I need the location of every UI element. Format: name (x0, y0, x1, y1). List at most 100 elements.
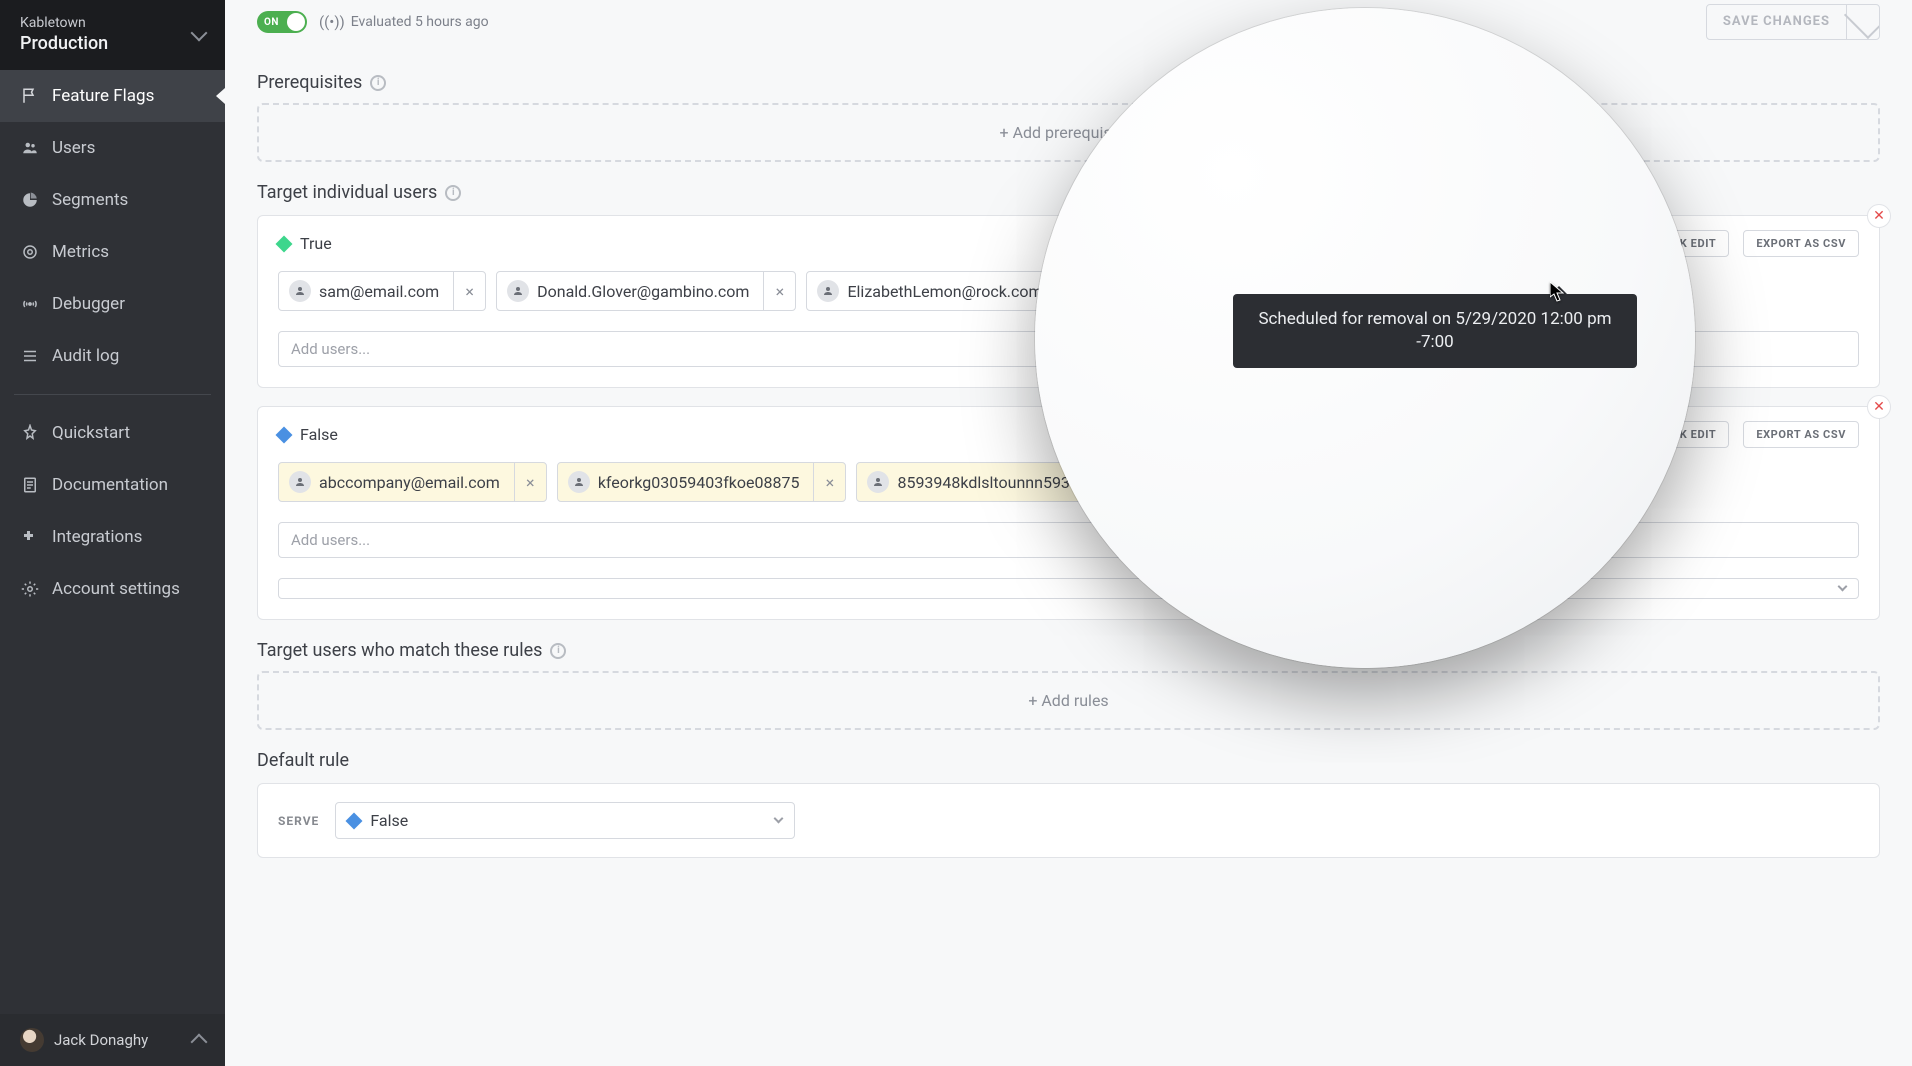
user-chip: sam@email.com × (278, 271, 486, 311)
gear-icon (20, 579, 40, 599)
remove-chip-button[interactable]: × (763, 272, 795, 310)
chevron-down-icon (774, 814, 784, 824)
nav-label: Debugger (52, 294, 125, 314)
user-icon (1147, 471, 1169, 493)
target-icon (20, 242, 40, 262)
user-name: Jack Donaghy (54, 1031, 183, 1049)
user-menu[interactable]: Jack Donaghy (0, 1014, 225, 1066)
serve-label: SERVE (278, 814, 319, 828)
add-users-input[interactable]: Add users... (278, 522, 1859, 558)
nav-audit-log[interactable]: Audit log (0, 330, 225, 382)
nav-debugger[interactable]: Debugger (0, 278, 225, 330)
org-name: Kabletown (20, 14, 108, 32)
remove-chip-button[interactable]: × (453, 272, 485, 310)
bulk-edit-button[interactable]: BULK EDIT (1645, 421, 1730, 448)
nav-label: Users (52, 138, 95, 158)
variation-dropdown[interactable] (278, 578, 1859, 599)
info-icon[interactable]: i (445, 185, 461, 201)
user-count: 4 users (1582, 235, 1631, 253)
chip-text: elfrieda.brakus@gmail.com (1177, 473, 1386, 492)
nav-divider (14, 394, 211, 395)
project-switcher[interactable]: Kabletown Production (0, 0, 225, 70)
targeting-title: Target individual users i (257, 182, 1880, 203)
user-count: 2 users (1582, 426, 1631, 444)
variation-label: False (278, 425, 338, 444)
evaluated-text: Evaluated 5 hours ago (351, 14, 489, 30)
remove-chip-button[interactable]: × (1093, 463, 1125, 501)
flag-toolbar: ON ((•)) Evaluated 5 hours ago SAVE CHAN… (257, 0, 1880, 52)
user-chip: elfrieda.brakus@gmail.com × (1136, 462, 1419, 502)
add-prerequisites-button[interactable]: + Add prerequisites (257, 103, 1880, 162)
nav-label: Segments (52, 190, 128, 210)
env-name: Production (20, 32, 108, 55)
save-dropdown[interactable] (1846, 5, 1879, 39)
remove-chip-button[interactable]: × (1057, 272, 1089, 310)
variation-panel-false: ✕ False 2 users BULK EDIT EXPORT AS CSV … (257, 406, 1880, 620)
diamond-icon (346, 812, 363, 829)
flag-toggle[interactable]: ON (257, 11, 307, 33)
info-icon[interactable]: i (550, 643, 566, 659)
remove-chip-button[interactable]: × (1386, 463, 1418, 501)
serve-select[interactable]: False (335, 802, 795, 839)
nav-quickstart[interactable]: Quickstart (0, 407, 225, 459)
users-icon (20, 138, 40, 158)
add-rules-button[interactable]: + Add rules (257, 671, 1880, 730)
export-csv-button[interactable]: EXPORT AS CSV (1743, 421, 1859, 448)
delete-panel-button[interactable]: ✕ (1867, 204, 1891, 228)
bulk-edit-button[interactable]: BULK EDIT (1645, 230, 1730, 257)
user-icon (289, 471, 311, 493)
scheduled-removal-tooltip: Scheduled for removal on 5/29/2020 12:00… (1233, 294, 1637, 368)
nav-integrations[interactable]: Integrations (0, 511, 225, 563)
cursor-icon (1550, 282, 1564, 302)
broadcast-icon: ((•)) (319, 13, 345, 31)
nav-account-settings[interactable]: Account settings (0, 563, 225, 615)
nav-label: Documentation (52, 475, 168, 495)
default-rule-panel: SERVE False (257, 783, 1880, 858)
evaluated-status: ((•)) Evaluated 5 hours ago (319, 13, 489, 31)
nav-label: Quickstart (52, 423, 130, 443)
nav-documentation[interactable]: Documentation (0, 459, 225, 511)
serve-value: False (370, 811, 408, 830)
user-chip: abccompany@email.com × (278, 462, 547, 502)
nav-label: Audit log (52, 346, 119, 366)
list-icon (20, 346, 40, 366)
pin-icon (20, 423, 40, 443)
save-changes-button[interactable]: SAVE CHANGES (1706, 4, 1880, 40)
nav-segments[interactable]: Segments (0, 174, 225, 226)
chip-text: sam@email.com (319, 282, 453, 301)
prerequisites-title: Prerequisites i (257, 72, 1880, 93)
nav-label: Metrics (52, 242, 109, 262)
user-chip: Donald.Glover@gambino.com × (496, 271, 796, 311)
chip-text: ElizabethLemon@rock.com (847, 282, 1056, 301)
variation-label: True (278, 234, 332, 253)
nav-users[interactable]: Users (0, 122, 225, 174)
user-icon (568, 471, 590, 493)
main-content: ON ((•)) Evaluated 5 hours ago SAVE CHAN… (225, 0, 1912, 1066)
default-rule-title: Default rule (257, 750, 1880, 771)
info-icon[interactable]: i (370, 75, 386, 91)
rules-title: Target users who match these rules i (257, 640, 1880, 661)
document-icon (20, 475, 40, 495)
broadcast-icon (20, 294, 40, 314)
chip-text: kfeorkg03059403fkoe08875 (598, 473, 814, 492)
user-icon (507, 280, 529, 302)
export-csv-button[interactable]: EXPORT AS CSV (1743, 230, 1859, 257)
user-chip: 8593948kdlsltounnn5930 × (856, 462, 1125, 502)
diamond-icon (276, 235, 293, 252)
diamond-icon (276, 426, 293, 443)
remove-chip-button[interactable]: × (514, 463, 546, 501)
remove-chip-button[interactable]: × (813, 463, 845, 501)
user-chip: kfeorkg03059403fkoe08875 × (557, 462, 847, 502)
delete-panel-button[interactable]: ✕ (1867, 395, 1891, 419)
nav-metrics[interactable]: Metrics (0, 226, 225, 278)
chevron-up-icon (191, 1034, 208, 1051)
avatar (20, 1028, 44, 1052)
puzzle-icon (20, 527, 40, 547)
chevron-down-icon (191, 24, 208, 41)
pie-icon (20, 190, 40, 210)
chip-text: 8593948kdlsltounnn5930 (897, 473, 1092, 492)
user-icon (289, 280, 311, 302)
false-chips-row: abccompany@email.com × kfeorkg03059403fk… (258, 456, 1879, 508)
nav-feature-flags[interactable]: Feature Flags (0, 70, 225, 122)
user-icon (1111, 280, 1133, 302)
